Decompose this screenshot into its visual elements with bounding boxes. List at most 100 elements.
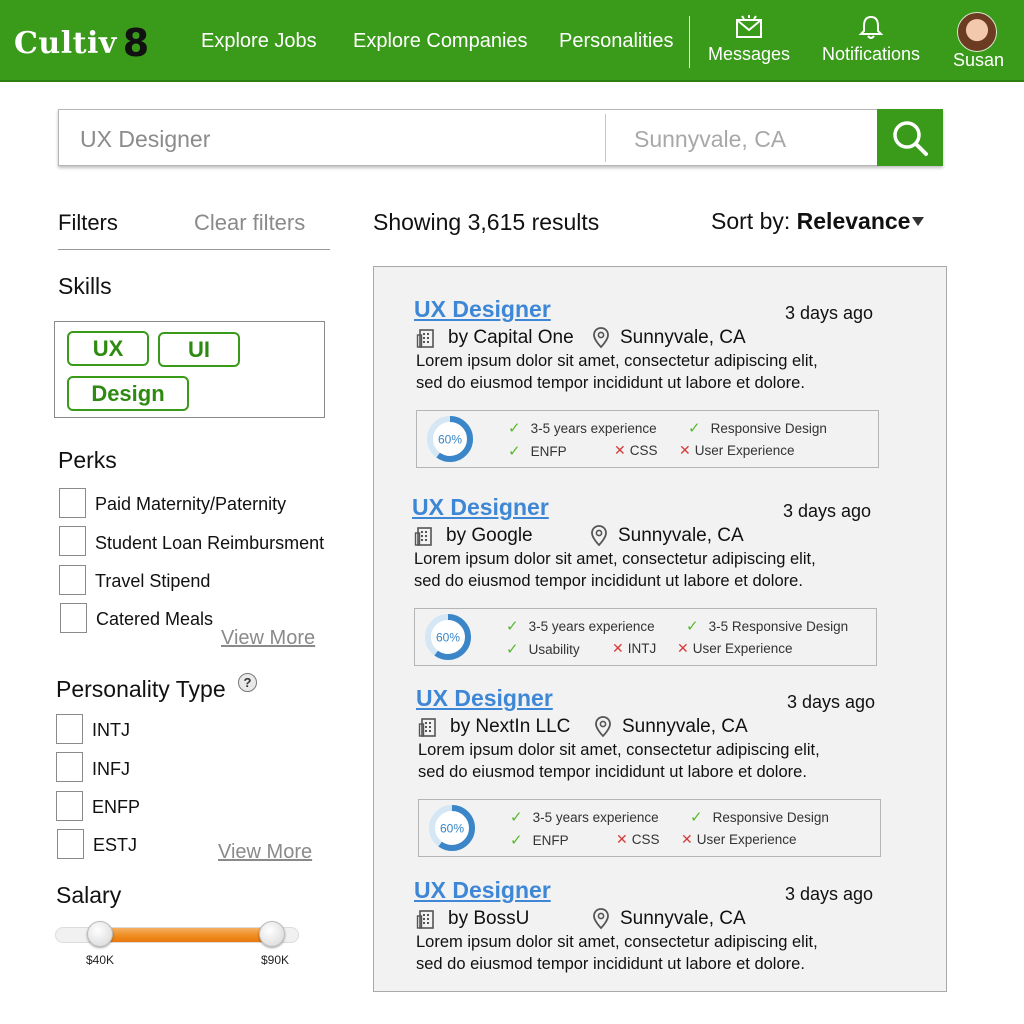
match-criterion: ✕ INTJ: [612, 640, 656, 657]
job-company[interactable]: by BossU: [416, 908, 529, 930]
company-name: by BossU: [448, 908, 530, 929]
skills-title: Skills: [58, 273, 112, 299]
criterion-text: User Experience: [694, 443, 795, 458]
match-donut: 60%: [427, 416, 473, 462]
job-description: Lorem ipsum dolor sit amet, consectetur …: [414, 548, 864, 592]
skill-chip-ui[interactable]: UI: [158, 332, 240, 367]
building-icon: [416, 329, 434, 348]
building-icon: [418, 718, 436, 737]
location-pin-icon: [593, 908, 609, 930]
building-icon: [414, 527, 432, 546]
job-title-link[interactable]: UX Designer: [412, 494, 549, 521]
location-text: Sunnyvale, CA: [620, 327, 746, 348]
job-title-link[interactable]: UX Designer: [416, 685, 553, 712]
perk-checkbox-student-loan[interactable]: [59, 526, 86, 556]
location-text: Sunnyvale, CA: [620, 908, 746, 929]
job-desc-line: sed do eiusmod tempor incididunt ut labo…: [418, 763, 807, 781]
search-button[interactable]: [877, 109, 943, 166]
criterion-text: CSS: [629, 443, 658, 458]
avatar[interactable]: [957, 12, 997, 52]
personality-checkbox-estj[interactable]: [57, 829, 84, 859]
job-description: Lorem ipsum dolor sit amet, consectetur …: [416, 931, 866, 975]
clear-filters-link[interactable]: Clear filters: [194, 210, 305, 236]
criterion-text: Responsive Design: [710, 421, 827, 436]
job-company[interactable]: by NextIn LLC: [418, 716, 570, 738]
nav-divider: [689, 16, 690, 68]
location-text: Sunnyvale, CA: [622, 716, 748, 737]
job-desc-line: sed do eiusmod tempor incididunt ut labo…: [416, 955, 805, 973]
match-criterion: ✕ CSS: [616, 831, 660, 848]
match-criterion: ✕ User Experience: [681, 831, 797, 848]
nav-user[interactable]: Susan: [953, 50, 1004, 71]
perks-view-more-link[interactable]: View More: [221, 627, 315, 650]
cross-icon: ✕: [616, 831, 628, 847]
match-criterion: ✓ Responsive Design: [690, 808, 829, 826]
logo-suffix: 8: [122, 21, 150, 65]
nav-messages[interactable]: Messages: [708, 14, 790, 65]
job-posted-date: 3 days ago: [785, 884, 874, 904]
match-donut: 60%: [429, 805, 475, 851]
sort-label: Sort by:: [711, 208, 791, 234]
match-summary: 60% ✓ 3-5 years experience ✓ Responsive Des…: [418, 799, 881, 857]
filters-title: Filters: [58, 210, 118, 235]
job-search-input[interactable]: [80, 124, 580, 154]
sort-dropdown[interactable]: Sort by: Relevance: [711, 208, 925, 235]
match-criterion: ✕ CSS: [614, 442, 658, 459]
job-title-link[interactable]: UX Designer: [414, 877, 551, 904]
bell-icon: [858, 15, 884, 39]
cross-icon: ✕: [681, 831, 693, 847]
job-description: Lorem ipsum dolor sit amet, consectetur …: [416, 350, 866, 394]
match-summary: 60% ✓ 3-5 years experience ✓ Responsive Des…: [416, 410, 879, 468]
personality-label: INTJ: [92, 720, 130, 740]
check-icon: ✓: [510, 832, 523, 849]
job-desc-line: sed do eiusmod tempor incididunt ut labo…: [414, 572, 803, 590]
user-name: Susan: [953, 50, 1005, 70]
skill-chip-ux[interactable]: UX: [67, 331, 149, 366]
sort-value: Relevance: [796, 208, 911, 234]
location-pin-icon: [591, 525, 607, 547]
perk-checkbox-maternity[interactable]: [59, 488, 86, 518]
job-company[interactable]: by Google: [414, 525, 533, 547]
salary-slider-range: [100, 928, 272, 942]
nav-personalities[interactable]: Personalities: [559, 30, 674, 53]
check-icon: ✓: [506, 641, 519, 658]
nav-notifications[interactable]: Notifications: [822, 14, 920, 65]
job-posted-date: 3 days ago: [785, 303, 874, 323]
location-input[interactable]: [634, 124, 864, 154]
logo-text: Cultiv: [14, 26, 117, 61]
personality-label: ESTJ: [93, 835, 138, 855]
job-desc-line: Lorem ipsum dolor sit amet, consectetur …: [414, 550, 816, 568]
perk-label: Paid Maternity/Paternity: [95, 494, 287, 514]
results-count: Showing 3,615 results: [373, 209, 600, 235]
personality-view-more-link[interactable]: View More: [218, 841, 312, 864]
criterion-text: 3-5 Responsive Design: [708, 619, 849, 634]
filters-divider: [58, 249, 330, 250]
match-donut: 60%: [425, 614, 471, 660]
criterion-text: Usability: [528, 642, 580, 657]
perk-label: Travel Stipend: [95, 571, 211, 591]
salary-min-handle[interactable]: [87, 921, 113, 947]
personality-checkbox-intj[interactable]: [56, 714, 83, 744]
salary-max-handle[interactable]: [259, 921, 285, 947]
job-location: Sunnyvale, CA: [592, 908, 746, 930]
nav-explore-companies[interactable]: Explore Companies: [353, 30, 528, 53]
match-criterion: ✓ ENFP: [508, 442, 567, 460]
salary-max-value: $90K: [261, 953, 290, 967]
check-icon: ✓: [686, 618, 699, 635]
job-desc-line: sed do eiusmod tempor incididunt ut labo…: [416, 374, 805, 392]
match-criterion: ✓ 3-5 Responsive Design: [686, 617, 848, 635]
personality-checkbox-enfp[interactable]: [56, 791, 83, 821]
perk-checkbox-catered[interactable]: [60, 603, 87, 633]
criterion-text: 3-5 years experience: [530, 421, 657, 436]
job-desc-line: Lorem ipsum dolor sit amet, consectetur …: [416, 352, 818, 370]
help-icon[interactable]: ?: [238, 673, 257, 692]
job-company[interactable]: by Capital One: [416, 327, 574, 349]
job-title-link[interactable]: UX Designer: [414, 296, 551, 323]
check-icon: ✓: [690, 809, 703, 826]
criterion-text: ENFP: [532, 833, 569, 848]
logo[interactable]: Cultiv 8: [14, 18, 150, 65]
nav-explore-jobs[interactable]: Explore Jobs: [201, 30, 317, 53]
personality-checkbox-infj[interactable]: [56, 752, 83, 782]
skill-chip-design[interactable]: Design: [67, 376, 189, 411]
perk-checkbox-travel[interactable]: [59, 565, 86, 595]
